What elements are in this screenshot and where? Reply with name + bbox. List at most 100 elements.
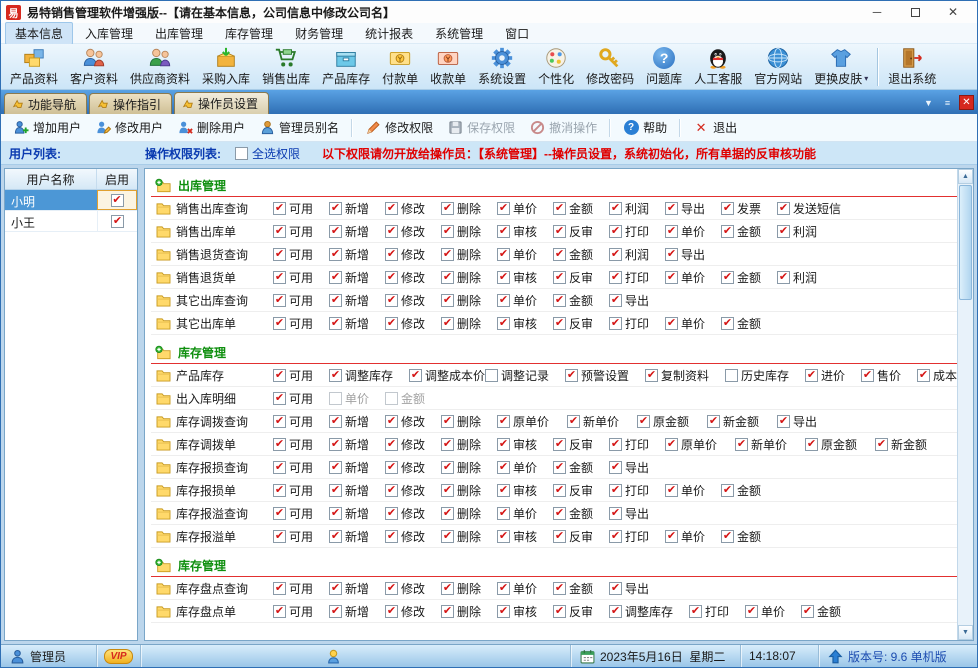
quit-button[interactable]: ✕退出 bbox=[686, 116, 744, 139]
permission-checkbox[interactable]: ✔ bbox=[565, 369, 578, 382]
permission-checkbox[interactable]: ✔ bbox=[441, 484, 454, 497]
receipt-button[interactable]: 收款单 bbox=[424, 45, 472, 89]
permission-checkbox[interactable]: ✔ bbox=[273, 294, 286, 307]
permission-checkbox[interactable]: ✔ bbox=[777, 415, 790, 428]
permission-checkbox[interactable]: ✔ bbox=[329, 582, 342, 595]
permission-checkbox[interactable]: ✔ bbox=[441, 461, 454, 474]
permission-row-label[interactable]: 销售退货查询 bbox=[155, 246, 273, 263]
permission-row-label[interactable]: 库存报损查询 bbox=[155, 459, 273, 476]
permission-checkbox[interactable]: ✔ bbox=[273, 248, 286, 261]
permission-row-label[interactable]: 库存盘点单 bbox=[155, 603, 273, 620]
user-row[interactable]: 小明✔ bbox=[5, 190, 137, 211]
permission-checkbox[interactable]: ✔ bbox=[665, 225, 678, 238]
permission-checkbox[interactable]: ✔ bbox=[273, 415, 286, 428]
add-user-button[interactable]: 增加用户 bbox=[6, 116, 88, 139]
payment-button[interactable]: 付款单 bbox=[376, 45, 424, 89]
permission-checkbox[interactable] bbox=[329, 392, 342, 405]
permission-checkbox[interactable]: ✔ bbox=[609, 438, 622, 451]
tab-menu-button[interactable]: ≡ bbox=[940, 95, 955, 110]
menu-item-5[interactable]: 财务管理 bbox=[285, 22, 353, 45]
edit-user-button[interactable]: 修改用户 bbox=[88, 116, 170, 139]
permission-checkbox[interactable]: ✔ bbox=[745, 605, 758, 618]
permission-checkbox[interactable]: ✔ bbox=[441, 225, 454, 238]
permission-checkbox[interactable]: ✔ bbox=[497, 202, 510, 215]
permission-checkbox[interactable]: ✔ bbox=[497, 271, 510, 284]
permission-checkbox[interactable]: ✔ bbox=[329, 438, 342, 451]
permission-checkbox[interactable]: ✔ bbox=[385, 507, 398, 520]
close-button[interactable]: ✕ bbox=[934, 2, 972, 22]
permission-checkbox[interactable]: ✔ bbox=[385, 202, 398, 215]
menu-item-6[interactable]: 统计报表 bbox=[355, 22, 423, 45]
permission-checkbox[interactable]: ✔ bbox=[441, 248, 454, 261]
permission-row-label[interactable]: 库存盘点查询 bbox=[155, 580, 273, 597]
exit-button[interactable]: 退出系统 bbox=[882, 45, 942, 89]
permission-checkbox[interactable]: ✔ bbox=[497, 582, 510, 595]
permission-checkbox[interactable]: ✔ bbox=[553, 317, 566, 330]
undo-button[interactable]: 撤消操作 bbox=[522, 116, 604, 139]
tab-3[interactable]: 操作员设置 bbox=[174, 92, 269, 114]
permission-checkbox[interactable]: ✔ bbox=[441, 317, 454, 330]
permission-checkbox[interactable]: ✔ bbox=[497, 225, 510, 238]
permission-checkbox[interactable]: ✔ bbox=[553, 438, 566, 451]
permission-checkbox[interactable]: ✔ bbox=[329, 294, 342, 307]
customers-button[interactable]: 客户资料 bbox=[64, 45, 124, 89]
permission-checkbox[interactable]: ✔ bbox=[385, 530, 398, 543]
permission-checkbox[interactable]: ✔ bbox=[385, 415, 398, 428]
select-all-permissions-checkbox[interactable] bbox=[235, 147, 248, 160]
permission-checkbox[interactable]: ✔ bbox=[609, 317, 622, 330]
permission-checkbox[interactable]: ✔ bbox=[689, 605, 702, 618]
permission-checkbox[interactable]: ✔ bbox=[441, 582, 454, 595]
column-header-username[interactable]: 用户名称 bbox=[5, 169, 97, 189]
permission-checkbox[interactable] bbox=[485, 369, 498, 382]
product-button[interactable]: 产品资料 bbox=[4, 45, 64, 89]
permission-checkbox[interactable]: ✔ bbox=[553, 294, 566, 307]
permission-checkbox[interactable]: ✔ bbox=[553, 225, 566, 238]
permission-checkbox[interactable]: ✔ bbox=[777, 202, 790, 215]
permission-checkbox[interactable]: ✔ bbox=[497, 317, 510, 330]
permission-row-label[interactable]: 其它出库单 bbox=[155, 315, 273, 332]
question-button[interactable]: ?问题库 bbox=[640, 45, 688, 89]
permission-checkbox[interactable] bbox=[725, 369, 738, 382]
permission-row-label[interactable]: 其它出库查询 bbox=[155, 292, 273, 309]
permission-checkbox[interactable]: ✔ bbox=[385, 248, 398, 261]
permission-checkbox[interactable]: ✔ bbox=[329, 461, 342, 474]
permission-checkbox[interactable]: ✔ bbox=[553, 202, 566, 215]
permission-checkbox[interactable]: ✔ bbox=[329, 317, 342, 330]
tab-2[interactable]: 操作指引 bbox=[89, 93, 172, 114]
permission-row-label[interactable]: 库存调拨单 bbox=[155, 436, 273, 453]
permission-checkbox[interactable]: ✔ bbox=[329, 415, 342, 428]
permission-checkbox[interactable]: ✔ bbox=[645, 369, 658, 382]
permission-checkbox[interactable]: ✔ bbox=[273, 392, 286, 405]
permission-checkbox[interactable]: ✔ bbox=[385, 294, 398, 307]
permission-checkbox[interactable]: ✔ bbox=[329, 248, 342, 261]
permission-checkbox[interactable]: ✔ bbox=[553, 248, 566, 261]
permission-checkbox[interactable]: ✔ bbox=[609, 507, 622, 520]
permission-checkbox[interactable]: ✔ bbox=[721, 530, 734, 543]
permission-row-label[interactable]: 库存报损单 bbox=[155, 482, 273, 499]
permission-checkbox[interactable]: ✔ bbox=[721, 484, 734, 497]
website-button[interactable]: 官方网站 bbox=[748, 45, 808, 89]
permission-checkbox[interactable]: ✔ bbox=[609, 202, 622, 215]
permission-checkbox[interactable]: ✔ bbox=[273, 605, 286, 618]
permission-row-label[interactable]: 销售出库单 bbox=[155, 223, 273, 240]
permission-checkbox[interactable]: ✔ bbox=[861, 369, 874, 382]
permission-checkbox[interactable] bbox=[385, 392, 398, 405]
permission-checkbox[interactable]: ✔ bbox=[329, 484, 342, 497]
permission-checkbox[interactable]: ✔ bbox=[805, 438, 818, 451]
permission-checkbox[interactable]: ✔ bbox=[273, 530, 286, 543]
menu-item-7[interactable]: 系统管理 bbox=[425, 22, 493, 45]
tab-dropdown-button[interactable]: ▼ bbox=[921, 95, 936, 110]
permission-checkbox[interactable]: ✔ bbox=[497, 605, 510, 618]
permission-checkbox[interactable]: ✔ bbox=[567, 415, 580, 428]
permission-row-label[interactable]: 出入库明细 bbox=[155, 390, 273, 407]
permission-checkbox[interactable]: ✔ bbox=[609, 484, 622, 497]
permission-checkbox[interactable]: ✔ bbox=[665, 202, 678, 215]
permission-checkbox[interactable]: ✔ bbox=[497, 530, 510, 543]
permission-checkbox[interactable]: ✔ bbox=[553, 271, 566, 284]
tab-1[interactable]: 功能导航 bbox=[4, 93, 87, 114]
permission-checkbox[interactable]: ✔ bbox=[609, 461, 622, 474]
permission-checkbox[interactable]: ✔ bbox=[497, 461, 510, 474]
permission-checkbox[interactable]: ✔ bbox=[273, 484, 286, 497]
permission-checkbox[interactable]: ✔ bbox=[497, 248, 510, 261]
minimize-button[interactable]: ─ bbox=[858, 2, 896, 22]
